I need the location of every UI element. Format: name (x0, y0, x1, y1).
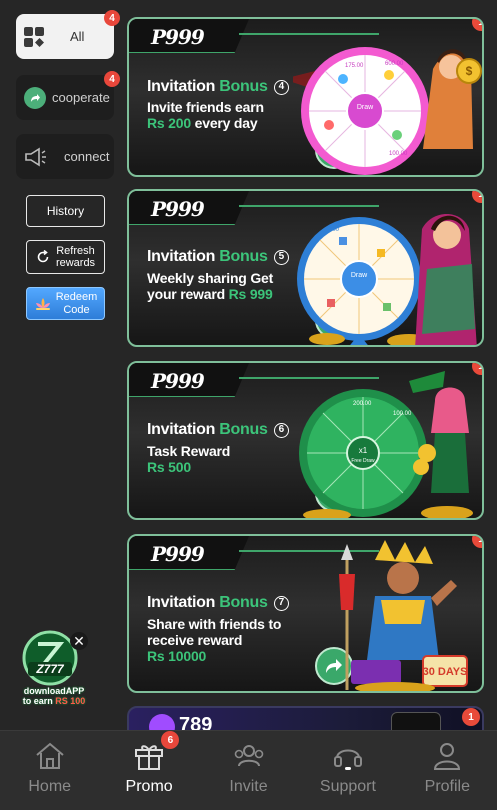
nav-badge: 6 (161, 731, 180, 749)
card-description: Task Reward Rs 500 (147, 443, 231, 475)
sidebar-tab-label: connect (64, 149, 110, 164)
bottom-navigation: Home 6 Promo Invite Support Profile (0, 730, 497, 810)
brand-logo: P999 (151, 25, 205, 49)
sidebar-tab-all[interactable]: All 4 (16, 10, 120, 59)
brand-logo: P999 (151, 369, 205, 393)
promo-card-bonus-5[interactable]: P999 Invitation Bonus 5 Weekly sharing G… (127, 189, 484, 347)
svg-text:30 DAYS: 30 DAYS (423, 666, 468, 678)
tab-badge: 4 (104, 71, 120, 87)
refresh-label: Refresh rewards (55, 245, 96, 269)
prize-wheel-illustration: 200.00 100.00 x1 Free Draw (299, 371, 473, 518)
card-title: Invitation Bonus 4 (147, 78, 289, 96)
close-icon[interactable]: ✕ (70, 632, 88, 650)
home-icon (36, 742, 64, 769)
profile-icon (434, 743, 461, 770)
redeem-code-button[interactable]: Redeem Code (26, 287, 105, 320)
svg-text:200.00: 200.00 (353, 401, 372, 407)
nav-label: Profile (424, 778, 470, 795)
refresh-icon (37, 250, 49, 263)
sidebar-tab-connect[interactable]: connect (16, 134, 114, 179)
nav-label: Invite (229, 778, 268, 795)
svg-text:600.00: 600.00 (385, 61, 404, 67)
promo-card-bonus-7[interactable]: P999 Invitation Bonus 7 Share with frien… (127, 534, 484, 693)
card-title: Invitation Bonus 5 (147, 248, 289, 266)
nav-invite[interactable]: Invite (199, 731, 298, 810)
headset-icon (333, 749, 362, 770)
nav-home[interactable]: Home (0, 731, 99, 810)
nav-profile[interactable]: Profile (398, 731, 497, 810)
promo-card-bonus-4[interactable]: P999 Invitation Bonus 4 Invite friends e… (127, 17, 484, 177)
svg-text:100.00: 100.00 (393, 411, 412, 417)
invite-icon (234, 745, 263, 767)
megaphone-icon (22, 146, 50, 168)
svg-text:Free Draw: Free Draw (351, 458, 375, 464)
nav-label: Home (28, 778, 72, 795)
redeem-label: Redeem Code (55, 290, 98, 316)
svg-text:100: 100 (329, 227, 340, 233)
card-badge: 1 (472, 191, 482, 203)
card-description: Share with friends to receive reward Rs … (147, 616, 282, 664)
sidebar-tab-label: cooperate (52, 90, 110, 105)
card-title: Invitation Bonus 6 (147, 421, 289, 439)
card-badge: 1 (462, 708, 480, 726)
promo-card-bonus-6[interactable]: P999 Invitation Bonus 6 Task Reward Rs 5… (127, 361, 484, 520)
nav-label: Promo (125, 778, 173, 795)
brand-divider (239, 33, 379, 35)
card-badge: 1 (472, 19, 482, 31)
tab-badge: 4 (104, 10, 120, 26)
history-label: History (46, 204, 85, 218)
nav-label: Support (319, 778, 376, 795)
svg-text:$: $ (466, 64, 473, 78)
sidebar-tab-cooperate[interactable]: cooperate 4 (16, 71, 120, 120)
gift-icon (135, 745, 164, 770)
brand-divider (239, 205, 379, 207)
promo-sidebar: All 4 cooperate 4 connect History Refres… (0, 0, 122, 730)
card-description: Invite friends earn Rs 200 every day (147, 99, 264, 131)
svg-text:Draw: Draw (357, 104, 374, 111)
svg-text:175.00: 175.00 (345, 63, 364, 69)
svg-text:Draw: Draw (351, 272, 368, 279)
brand-logo: P999 (151, 542, 205, 566)
sidebar-tab-label: All (70, 29, 85, 44)
nav-support[interactable]: Support (298, 731, 397, 810)
history-button[interactable]: History (26, 195, 105, 227)
download-caption: downloadAPP to earn RS 100 (22, 686, 86, 706)
card-title: Invitation Bonus 7 (147, 594, 289, 612)
svg-text:Z777: Z777 (35, 662, 65, 676)
nav-promo[interactable]: 6 Promo (99, 731, 198, 810)
share-icon (24, 86, 46, 109)
warrior-illustration: 30 DAYS (339, 540, 468, 691)
prize-wheel-illustration: 100 Draw (297, 214, 477, 345)
prize-wheel-illustration: Draw 175.00 600.00 100.00 $ (293, 47, 482, 175)
brand-logo: P999 (151, 197, 205, 221)
download-app-float[interactable]: Z777 ✕ downloadAPP to earn RS 100 (14, 630, 94, 710)
card-description: Weekly sharing Get your reward Rs 999 (147, 270, 274, 302)
svg-text:100.00: 100.00 (389, 151, 408, 157)
lotus-icon (35, 297, 50, 310)
refresh-rewards-button[interactable]: Refresh rewards (26, 240, 105, 274)
grid-icon (24, 26, 44, 47)
svg-text:x1: x1 (359, 446, 368, 455)
